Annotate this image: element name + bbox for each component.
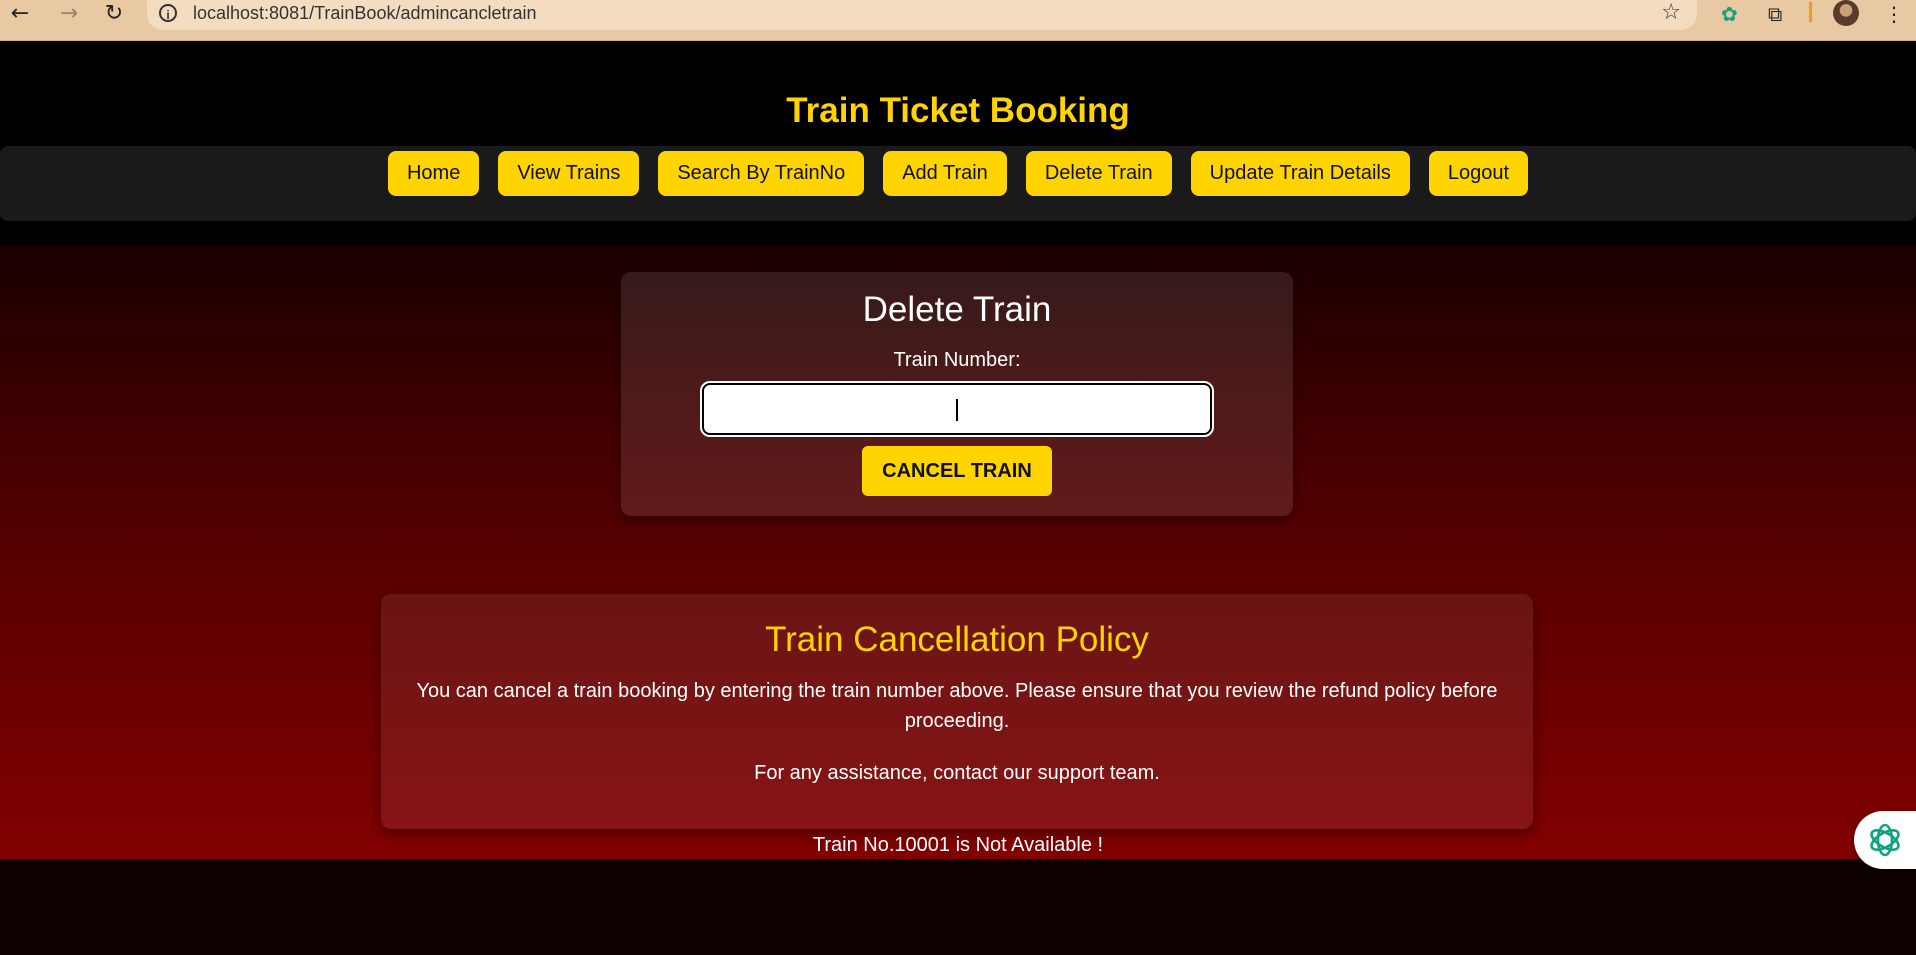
cancel-train-button[interactable]: CANCEL TRAIN — [862, 446, 1052, 496]
nav-home-button[interactable]: Home — [387, 151, 480, 196]
profile-avatar[interactable] — [1833, 0, 1859, 26]
nav-add-train-button[interactable]: Add Train — [883, 151, 1007, 196]
site-header: Train Ticket Booking Home View Trains Se… — [0, 41, 1916, 246]
nav-delete-train-button[interactable]: Delete Train — [1025, 151, 1172, 196]
chatgpt-floating-button[interactable] — [1854, 811, 1916, 869]
bookmark-star-icon[interactable]: ☆ — [1661, 0, 1681, 25]
site-title: Train Ticket Booking — [786, 91, 1130, 130]
reload-icon[interactable]: ↻ — [100, 2, 128, 26]
train-number-label: Train Number: — [893, 349, 1021, 371]
toolbar-divider — [1809, 2, 1812, 22]
cancellation-policy-card: Train Cancellation Policy You can cancel… — [381, 594, 1533, 829]
policy-paragraph: You can cancel a train booking by enteri… — [416, 680, 1498, 732]
text-caret — [956, 399, 958, 421]
main-content: Delete Train Train Number: CANCEL TRAIN … — [0, 246, 1916, 859]
nav-update-train-details-button[interactable]: Update Train Details — [1190, 151, 1410, 196]
form-heading: Delete Train — [862, 290, 1052, 329]
back-arrow-icon[interactable]: ← — [6, 2, 34, 26]
address-url[interactable]: localhost:8081/TrainBook/admincancletrai… — [193, 3, 537, 24]
browser-toolbar: ← → ↻ i localhost:8081/TrainBook/adminca… — [0, 0, 1916, 41]
main-nav: Home View Trains Search By TrainNo Add T… — [0, 146, 1916, 221]
delete-train-form: Delete Train Train Number: CANCEL TRAIN — [621, 272, 1293, 516]
policy-title: Train Cancellation Policy — [765, 620, 1149, 659]
site-info-icon[interactable]: i — [159, 4, 177, 22]
forward-arrow-icon[interactable]: → — [55, 2, 83, 26]
status-message: Train No.10001 is Not Available ! — [812, 834, 1104, 856]
extensions-puzzle-icon[interactable]: ⧉ — [1768, 2, 1782, 26]
chatgpt-logo-icon — [1870, 823, 1900, 857]
nav-search-by-trainno-button[interactable]: Search By TrainNo — [658, 151, 865, 196]
address-bar[interactable]: i localhost:8081/TrainBook/admincancletr… — [147, 0, 1697, 30]
nav-view-trains-button[interactable]: View Trains — [498, 151, 640, 196]
chatgpt-extension-icon[interactable]: ✿ — [1721, 2, 1738, 26]
nav-logout-button[interactable]: Logout — [1428, 151, 1529, 196]
page: Train Ticket Booking Home View Trains Se… — [0, 41, 1916, 955]
browser-menu-icon[interactable]: ⋮ — [1884, 2, 1904, 26]
support-paragraph: For any assistance, contact our support … — [754, 762, 1160, 784]
page-footer — [0, 859, 1916, 955]
